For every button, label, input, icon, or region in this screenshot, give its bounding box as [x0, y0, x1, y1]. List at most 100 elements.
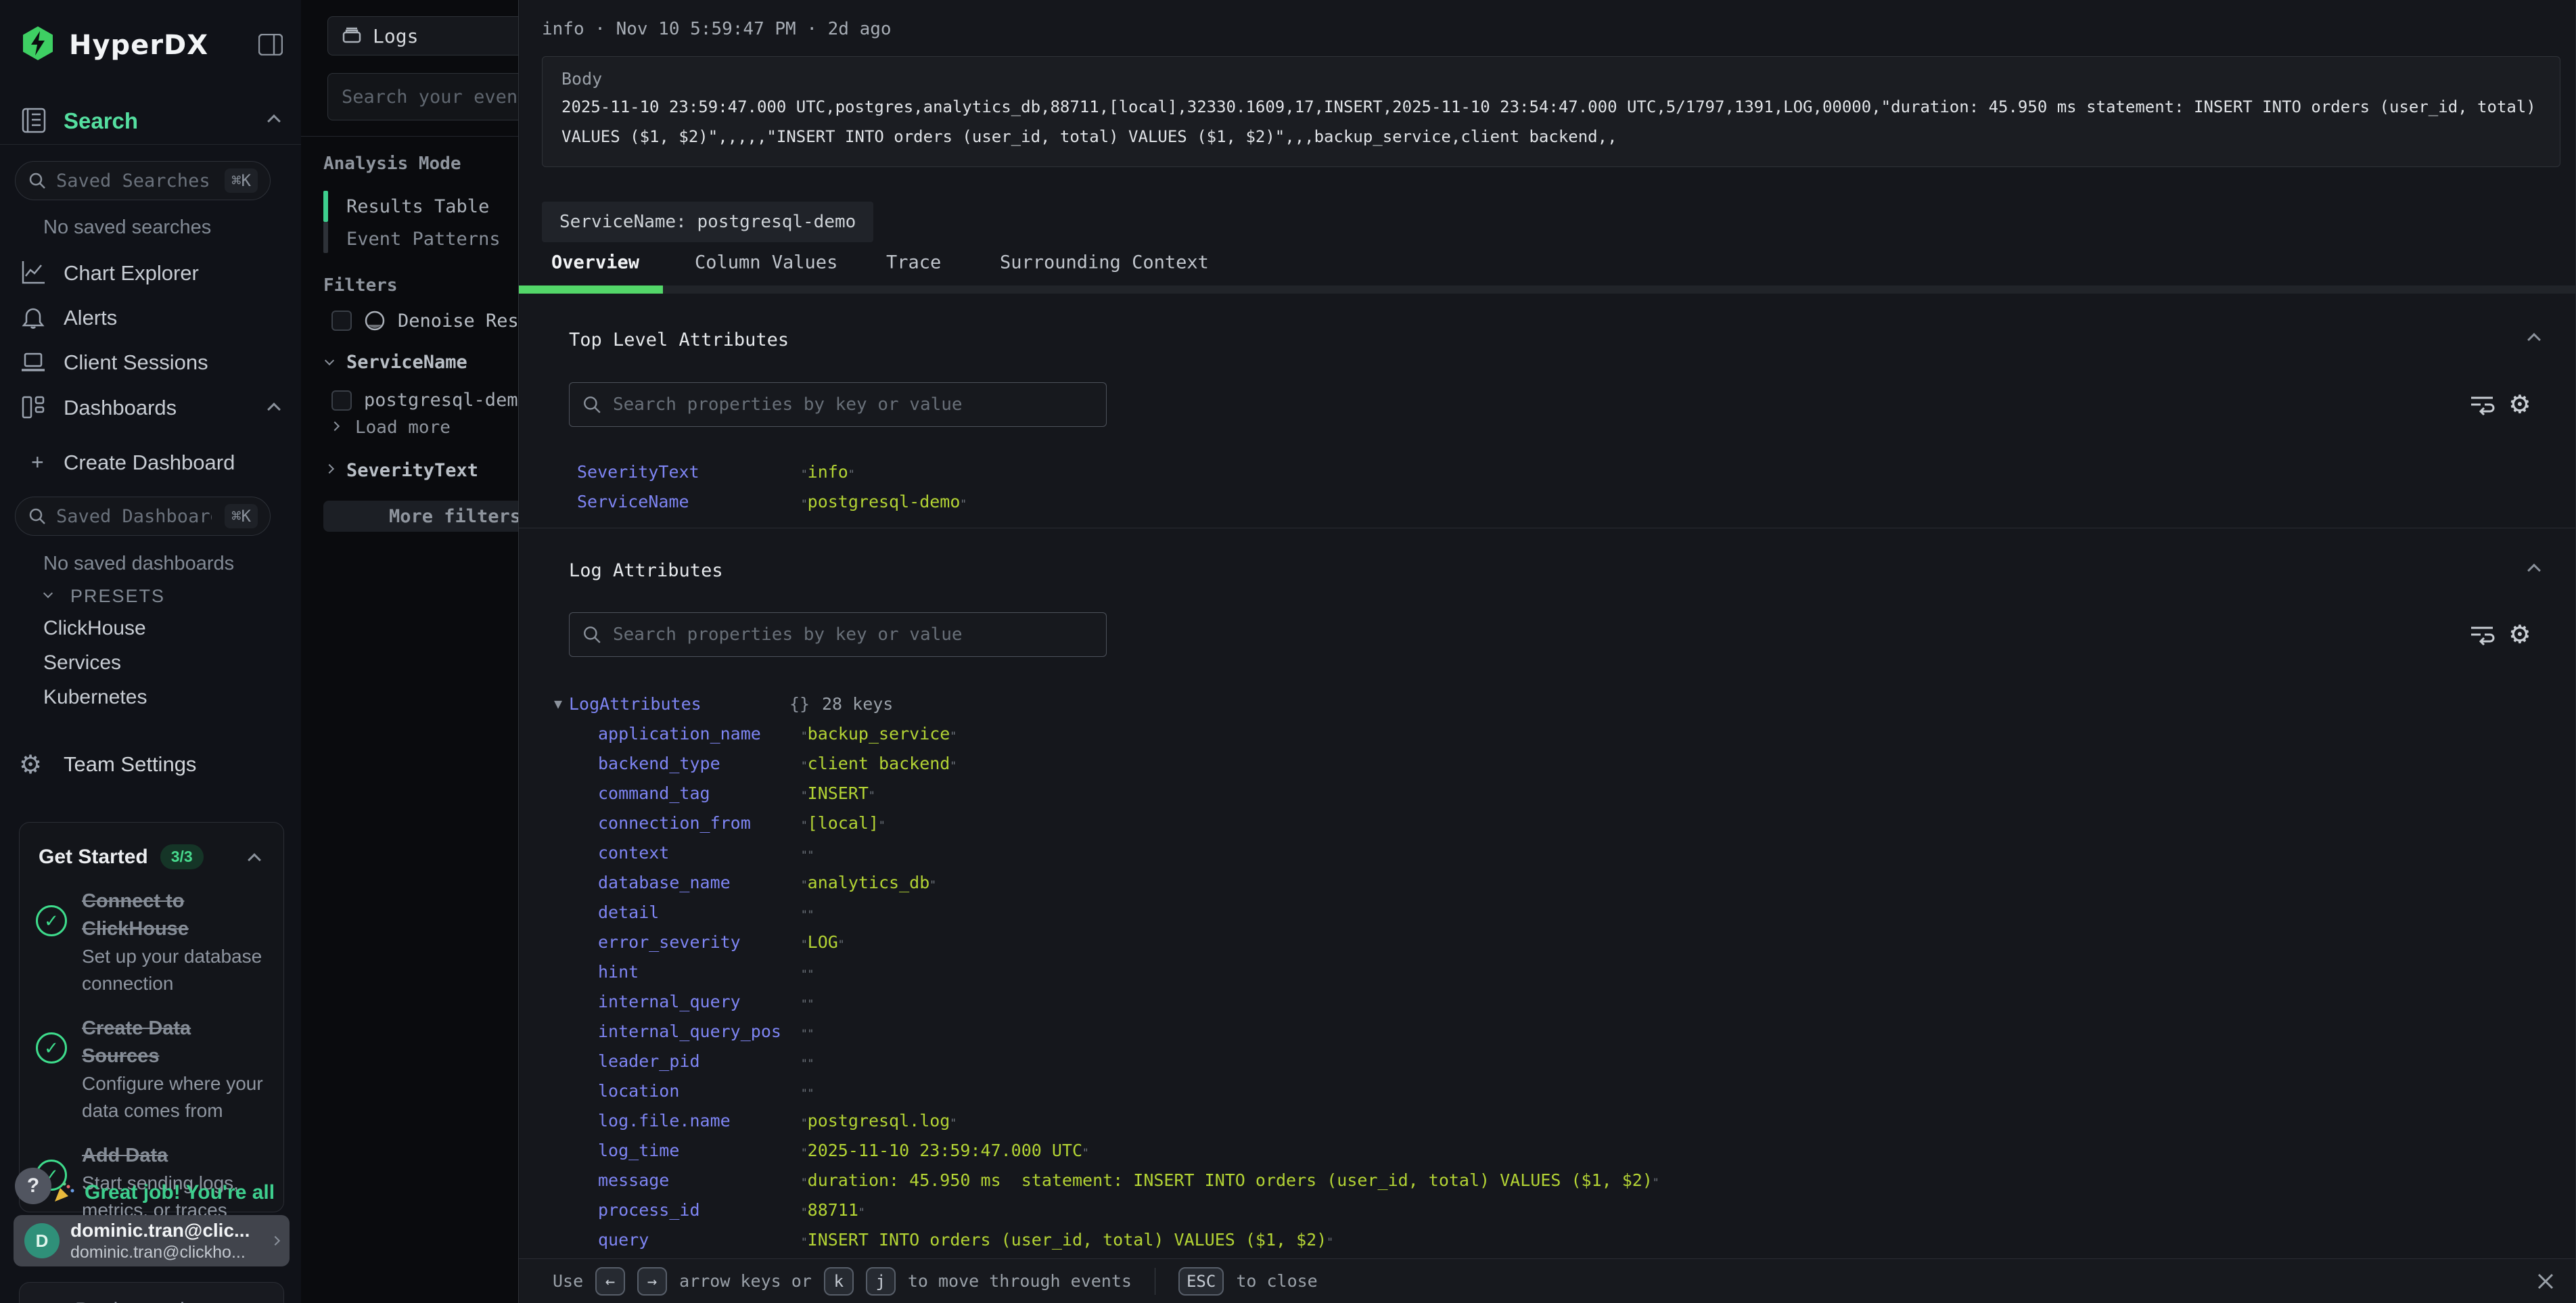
attribute-key[interactable]: hint: [598, 962, 639, 982]
attribute-key[interactable]: LogAttributes: [569, 694, 702, 714]
detail-tab[interactable]: Trace: [886, 252, 941, 273]
sidebar-item-client-sessions[interactable]: Client Sessions: [64, 350, 208, 375]
service-value-checkbox[interactable]: [331, 390, 352, 411]
top-level-search-input[interactable]: [613, 394, 1073, 415]
log-attributes-collapse-icon[interactable]: [2527, 564, 2541, 577]
attribute-row: process_id 88711: [519, 1195, 2575, 1225]
sidebar-item-search[interactable]: Search: [64, 108, 138, 134]
attribute-value[interactable]: [local]: [801, 813, 886, 833]
chart-explorer-icon: [20, 260, 46, 285]
help-button[interactable]: ?: [15, 1168, 51, 1204]
saved-searches-input[interactable]: [56, 170, 212, 191]
detail-tab[interactable]: Overview: [551, 252, 639, 273]
mode-event-patterns[interactable]: Event Patterns: [346, 229, 501, 250]
attribute-value[interactable]: INSERT: [801, 783, 875, 803]
attribute-value[interactable]: postgresql.log: [801, 1111, 957, 1130]
attribute-key[interactable]: error_severity: [598, 932, 741, 952]
settings-gear-icon[interactable]: ⚙: [2510, 384, 2529, 421]
preset-dashboard-link[interactable]: Services: [43, 652, 147, 675]
attribute-key[interactable]: leader_pid: [598, 1051, 700, 1071]
create-dashboard-button[interactable]: Create Dashboard: [64, 451, 235, 475]
attribute-value[interactable]: info: [801, 462, 855, 482]
sidebar-item-chart-explorer[interactable]: Chart Explorer: [64, 261, 199, 285]
saved-dashboards-search[interactable]: ⌘K: [15, 497, 271, 536]
attribute-key[interactable]: backend_type: [598, 754, 720, 773]
get-started-item[interactable]: ✓ Create Data Sources Configure where yo…: [36, 1015, 273, 1124]
service-group-chevron-icon[interactable]: [325, 356, 334, 365]
line-wrap-icon[interactable]: [2466, 617, 2498, 649]
attribute-value[interactable]: [801, 962, 814, 982]
attribute-key[interactable]: ServiceName: [577, 492, 689, 511]
service-value-row[interactable]: postgresql-demo: [331, 390, 529, 411]
attribute-value[interactable]: [801, 1081, 814, 1101]
log-attributes-root-row[interactable]: ▼ LogAttributes {} 28 keys: [519, 689, 2575, 718]
attribute-value[interactable]: client backend: [801, 754, 957, 773]
attribute-key[interactable]: process_id: [598, 1200, 700, 1220]
get-started-item[interactable]: ✓ Connect to ClickHouse Set up your data…: [36, 888, 273, 997]
attribute-key[interactable]: application_name: [598, 724, 761, 744]
attribute-row: error_severity LOG: [519, 927, 2575, 957]
log-attributes-search-input[interactable]: [613, 624, 1073, 645]
attribute-row: leader_pid: [519, 1046, 2575, 1076]
preset-dashboard-link[interactable]: ClickHouse: [43, 617, 147, 640]
attribute-value[interactable]: [801, 1022, 814, 1041]
attribute-value[interactable]: LOG: [801, 932, 844, 952]
attribute-value[interactable]: 88711: [801, 1200, 865, 1220]
detail-tab[interactable]: Column Values: [695, 252, 837, 273]
sidebar-item-dashboards[interactable]: Dashboards: [64, 396, 177, 420]
attribute-value[interactable]: postgresql-demo: [801, 492, 967, 511]
expand-triangle-icon[interactable]: ▼: [554, 695, 562, 712]
attribute-key[interactable]: detail: [598, 902, 659, 922]
settings-gear-icon[interactable]: ⚙: [2510, 614, 2529, 651]
attribute-value[interactable]: backup_service: [801, 724, 957, 744]
attribute-key[interactable]: context: [598, 843, 669, 863]
attribute-value[interactable]: [801, 992, 814, 1011]
sidebar-item-alerts[interactable]: Alerts: [64, 306, 117, 330]
top-level-collapse-icon[interactable]: [2527, 333, 2541, 346]
attribute-value[interactable]: [801, 843, 814, 863]
attribute-key[interactable]: internal_query_pos: [598, 1022, 781, 1041]
attribute-value[interactable]: [801, 1051, 814, 1071]
footer-use-text: Use: [553, 1271, 583, 1291]
attribute-row: log_time 2025-11-10 23:59:47.000 UTC: [519, 1135, 2575, 1165]
presets-label[interactable]: PRESETS: [70, 586, 165, 607]
attribute-value[interactable]: analytics_db: [801, 873, 936, 892]
attribute-key[interactable]: SeverityText: [577, 462, 699, 482]
close-icon[interactable]: [2535, 1271, 2556, 1292]
log-attributes-search[interactable]: [569, 612, 1107, 657]
attribute-value[interactable]: INSERT INTO orders (user_id, total) VALU…: [801, 1230, 1333, 1250]
dashboards-chevron-icon[interactable]: [267, 403, 281, 416]
mode-results-table[interactable]: Results Table: [346, 196, 489, 217]
attribute-key[interactable]: log.file.name: [598, 1111, 731, 1130]
user-menu[interactable]: D dominic.tran@clic... dominic.tran@clic…: [14, 1215, 290, 1266]
line-wrap-icon[interactable]: [2466, 387, 2498, 419]
detail-tab[interactable]: Surrounding Context: [1000, 252, 1209, 273]
service-name-chip[interactable]: ServiceName: postgresql-demo: [542, 202, 873, 242]
get-started-collapse-icon[interactable]: [248, 853, 261, 867]
attribute-key[interactable]: query: [598, 1230, 649, 1250]
attribute-key[interactable]: connection_from: [598, 813, 751, 833]
search-section-chevron-icon[interactable]: [267, 114, 281, 128]
attribute-key[interactable]: location: [598, 1081, 679, 1101]
attribute-key[interactable]: internal_query: [598, 992, 741, 1011]
attribute-value[interactable]: 2025-11-10 23:59:47.000 UTC: [801, 1141, 1089, 1160]
top-level-search[interactable]: [569, 382, 1107, 427]
attribute-key[interactable]: log_time: [598, 1141, 679, 1160]
presets-chevron-icon[interactable]: [43, 589, 53, 598]
filter-group-severitytext[interactable]: SeverityText: [346, 460, 478, 481]
attribute-value[interactable]: [801, 902, 814, 922]
attribute-key[interactable]: command_tag: [598, 783, 710, 803]
saved-searches-search[interactable]: ⌘K: [15, 161, 271, 200]
load-more-link[interactable]: Load more: [355, 417, 451, 438]
product-updates-card[interactable]: Product updates: [19, 1282, 284, 1303]
attribute-key[interactable]: database_name: [598, 873, 731, 892]
attribute-key[interactable]: message: [598, 1170, 669, 1190]
sidebar-item-team-settings[interactable]: Team Settings: [64, 752, 196, 777]
attribute-value[interactable]: duration: 45.950 ms statement: INSERT IN…: [801, 1170, 1659, 1190]
sidebar-collapse-icon[interactable]: [258, 34, 283, 55]
severity-group-chevron-icon[interactable]: [325, 464, 334, 474]
denoise-checkbox[interactable]: [331, 311, 352, 331]
filter-group-servicename[interactable]: ServiceName: [346, 352, 467, 373]
preset-dashboard-link[interactable]: Kubernetes: [43, 686, 147, 709]
saved-dashboards-input[interactable]: [56, 506, 212, 527]
